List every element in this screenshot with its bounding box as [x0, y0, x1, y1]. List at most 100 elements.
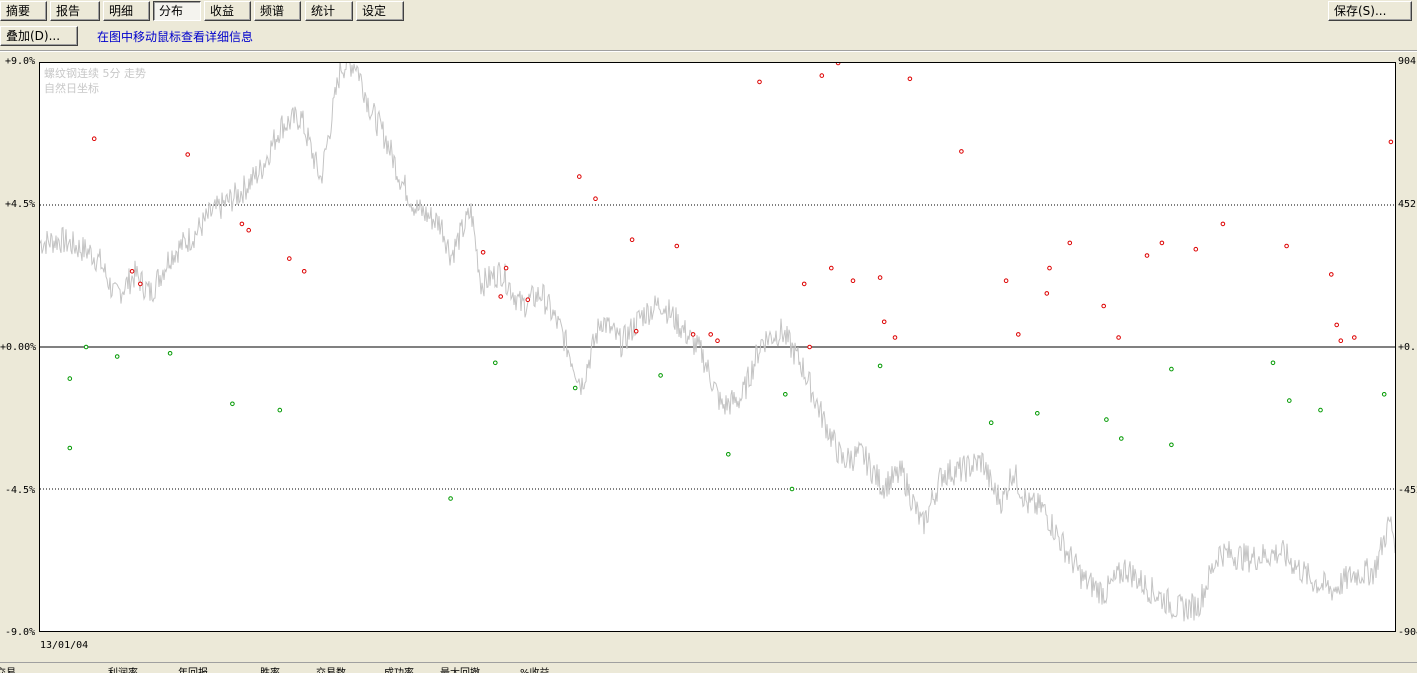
y-tick-right: 904 — [1398, 56, 1417, 67]
gain-point — [91, 136, 97, 141]
y-tick-right: 452 — [1398, 199, 1417, 210]
overlay-button[interactable]: 叠加(D)... — [0, 26, 78, 46]
loss-point — [1035, 411, 1040, 416]
toolbar-divider — [0, 50, 1417, 52]
tab-returns[interactable]: 收益 — [204, 1, 251, 21]
tab-detail[interactable]: 明细 — [103, 1, 150, 21]
gain-point — [577, 174, 582, 179]
gain-point — [877, 275, 883, 280]
loss-point — [1270, 360, 1276, 366]
loss-point — [448, 496, 453, 501]
gain-point — [246, 227, 251, 233]
gain-point — [525, 297, 531, 302]
loss-point — [67, 445, 73, 451]
tab-report[interactable]: 报告 — [50, 1, 100, 21]
x-axis-start-label: 13/01/04 — [40, 640, 89, 651]
gain-point — [801, 281, 807, 287]
gain-point — [629, 237, 635, 242]
gain-point — [1388, 139, 1394, 145]
loss-point — [493, 360, 498, 366]
gain-point — [498, 294, 504, 299]
loss-point — [726, 452, 731, 457]
loss-point — [783, 392, 788, 397]
y-tick-right: -904 — [1398, 627, 1417, 638]
gain-point — [708, 332, 714, 337]
gain-point — [239, 221, 245, 227]
gain-point — [807, 344, 812, 350]
y-tick-right: -452 — [1398, 485, 1417, 496]
loss-point — [230, 401, 235, 407]
gain-point — [757, 79, 762, 85]
gain-point — [1047, 265, 1052, 271]
gain-point — [1220, 221, 1226, 227]
gain-point — [1003, 278, 1009, 283]
gain-point — [185, 152, 190, 157]
gain-point — [690, 332, 696, 337]
chart-svg — [40, 63, 1395, 622]
tab-statistics[interactable]: 统计 — [305, 1, 353, 21]
loss-point — [83, 344, 89, 350]
gain-point — [674, 243, 680, 249]
gain-point — [503, 265, 509, 271]
tab-settings[interactable]: 设定 — [356, 1, 404, 21]
gain-point — [1329, 272, 1334, 277]
loss-point — [1318, 407, 1323, 413]
hint-text: 在图中移动鼠标查看详细信息 — [97, 30, 254, 44]
tab-spectrum[interactable]: 频谱 — [254, 1, 301, 21]
gain-point — [715, 338, 720, 344]
y-tick-left: +4.5% — [5, 199, 36, 210]
loss-point — [1169, 366, 1174, 372]
loss-point — [1381, 392, 1387, 397]
loss-point — [988, 420, 994, 426]
gain-point — [892, 335, 898, 340]
distribution-chart[interactable] — [39, 62, 1396, 632]
gain-point — [829, 265, 834, 271]
gain-point — [1116, 335, 1121, 340]
loss-point — [1169, 442, 1174, 448]
watermark-subtitle: 自然日坐标 — [44, 82, 99, 95]
gain-point — [129, 269, 135, 274]
loss-point — [277, 407, 283, 413]
loss-point — [114, 354, 120, 359]
gain-point — [1016, 332, 1021, 337]
tab-distribution[interactable]: 分布 — [153, 1, 201, 21]
gain-point — [633, 328, 639, 334]
loss-point — [789, 486, 795, 492]
gain-point — [301, 269, 307, 274]
gain-point — [959, 149, 964, 154]
gain-point — [138, 281, 143, 287]
loss-point — [67, 376, 73, 381]
tab-summary[interactable]: 摘要 — [0, 1, 47, 21]
gain-point — [907, 76, 913, 82]
gain-point — [1284, 243, 1289, 249]
gain-point — [1067, 240, 1073, 246]
loss-point — [658, 373, 663, 378]
gain-point — [480, 250, 486, 255]
gain-point — [819, 73, 825, 78]
gain-point — [1193, 246, 1199, 252]
loss-point — [877, 363, 883, 369]
gain-point — [835, 63, 841, 66]
loss-point — [572, 385, 578, 391]
gain-point — [1101, 303, 1106, 309]
gain-point — [1352, 335, 1357, 340]
gain-point — [1159, 240, 1165, 246]
gain-point — [287, 256, 292, 261]
gain-point — [1338, 338, 1344, 344]
gain-point — [881, 319, 887, 325]
y-tick-left: -4.5% — [5, 485, 36, 496]
gain-point — [1144, 253, 1150, 258]
loss-point — [1119, 436, 1124, 441]
gain-point — [850, 278, 856, 283]
loss-point — [167, 351, 173, 356]
save-button[interactable]: 保存(S)... — [1328, 1, 1412, 21]
bottom-tab-strip: 交易 利润率 年回报 胜率 交易数 成功率 最大回撤 %收益 — [0, 662, 1417, 673]
gain-point — [1044, 291, 1050, 296]
gain-point — [1334, 322, 1339, 328]
gain-point — [593, 196, 598, 201]
watermark-title: 螺纹钢连续 5分 走势 — [44, 67, 146, 80]
y-tick-left: -9.0% — [5, 627, 36, 638]
y-tick-left: +9.0% — [5, 56, 36, 67]
y-tick-left: +0.00% — [0, 342, 37, 353]
loss-point — [1104, 417, 1109, 422]
